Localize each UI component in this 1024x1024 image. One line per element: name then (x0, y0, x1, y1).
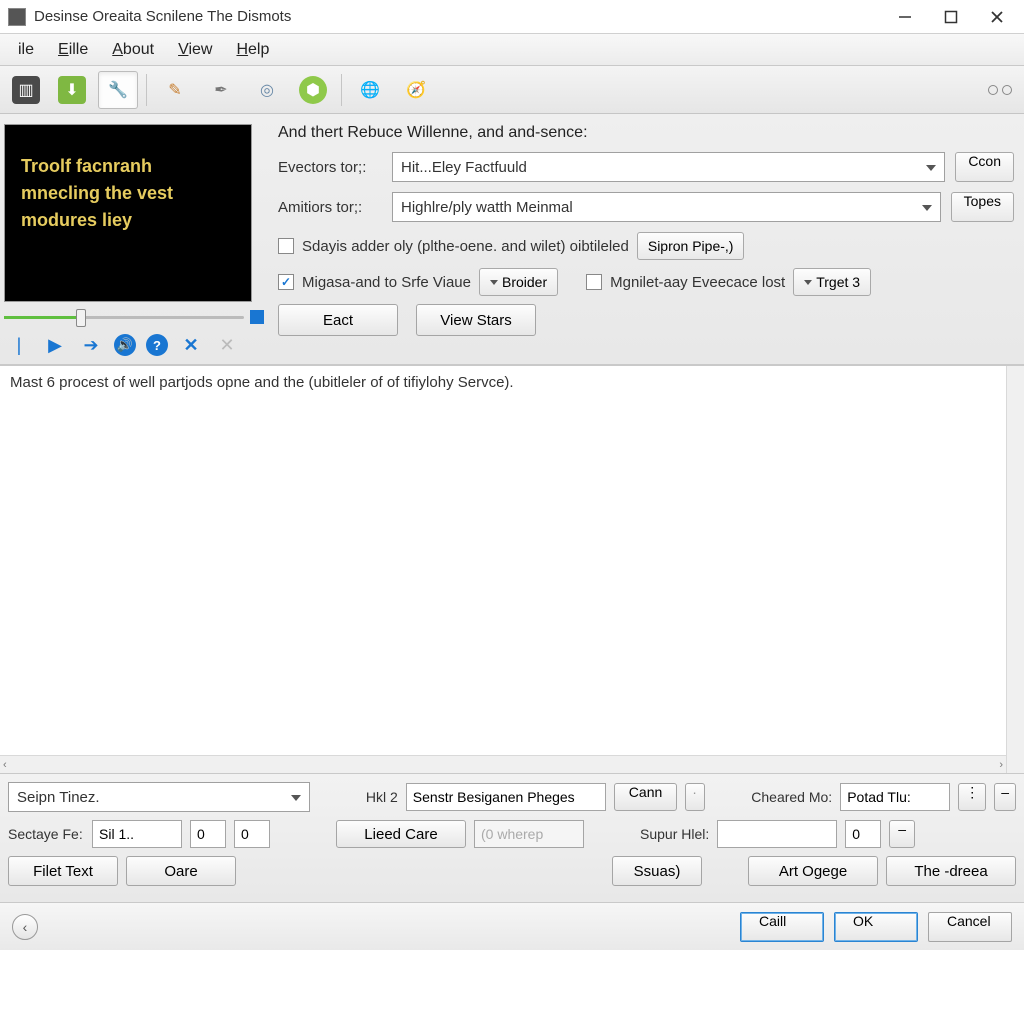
download-icon[interactable]: ⬇ (52, 71, 92, 109)
cann-button[interactable]: Cann (614, 783, 677, 811)
menu-view[interactable]: View (166, 37, 224, 63)
art-button[interactable]: Art Ogege (748, 856, 878, 886)
audio-button[interactable]: 🔊 (114, 334, 136, 356)
sdayis-checkbox[interactable] (278, 238, 294, 254)
menu-help[interactable]: Help (224, 37, 281, 63)
num-field-c[interactable]: 0 (845, 820, 881, 848)
back-icon[interactable]: ‹ (12, 914, 38, 940)
toolbar-separator (146, 74, 147, 106)
cheared-label: Cheared Mo: (751, 789, 832, 805)
migasa-checkbox[interactable]: ✓ (278, 274, 294, 290)
app-icon (8, 8, 26, 26)
num-field-a[interactable]: 0 (190, 820, 226, 848)
minus-button[interactable]: – (889, 820, 915, 848)
minimize-button[interactable] (882, 2, 928, 32)
potad-minus-button[interactable]: – (994, 783, 1016, 811)
vertical-scrollbar[interactable] (1006, 366, 1024, 773)
menu-bar: ile Eille About View Help (0, 34, 1024, 66)
bottom-panel: Seipn Tinez. Hkl 2 Senstr Besiganen Pheg… (0, 773, 1024, 902)
ok-button[interactable]: OK (834, 912, 918, 942)
supur-label: Supur Hlel: (640, 826, 709, 842)
trget-dropdown[interactable]: Trget 3 (793, 268, 871, 296)
title-bar: Desinse Oreaita Scnilene The Dismots (0, 0, 1024, 34)
potad-field[interactable]: Potad Tlu: (840, 783, 950, 811)
broider-dropdown[interactable]: Broider (479, 268, 558, 296)
dialog-footer: ‹ Caill OK Cancel (0, 902, 1024, 950)
amitiors-dropdown[interactable]: Highlre/ply watth Meinmal (392, 192, 941, 222)
window-title: Desinse Oreaita Scnilene The Dismots (34, 8, 882, 25)
preview-thumbnail: Troolf facnranh mnecling the vest modure… (4, 124, 252, 302)
oare-button[interactable]: Oare (126, 856, 236, 886)
senstr-field[interactable]: Senstr Besiganen Pheges (406, 783, 606, 811)
status-dots (988, 85, 1012, 95)
forward-icon[interactable]: ➔ (78, 332, 104, 358)
form-heading: And thert Rebuce Willenne, and and-sence… (278, 124, 1014, 142)
sipron-button[interactable]: Sipron Pipe-,) (637, 232, 745, 260)
seipn-dropdown[interactable]: Seipn Tinez. (8, 782, 310, 812)
num-field-b[interactable]: 0 (234, 820, 270, 848)
supur-field[interactable] (717, 820, 837, 848)
menu-eille[interactable]: Eille (46, 37, 100, 63)
mgnilet-checkbox[interactable] (586, 274, 602, 290)
hkl-label: Hkl 2 (366, 789, 398, 805)
lieed-button[interactable]: Lieed Care (336, 820, 466, 848)
close-disabled-icon: ✕ (214, 332, 240, 358)
upper-panel: Troolf facnranh mnecling the vest modure… (0, 114, 1024, 365)
log-line: Mast 6 procest of well partjods opne and… (0, 366, 1024, 399)
help-button[interactable]: ? (146, 334, 168, 356)
potad-extra-button[interactable]: ⋮ (958, 783, 986, 811)
mgnilet-label: Mgnilet-aay Eveecace lost (610, 274, 785, 291)
brush-icon[interactable]: ✒ (201, 71, 241, 109)
sdayis-label: Sdayis adder oly (plthe-oene. and wilet)… (302, 238, 629, 255)
wherep-field: (0 wherep (474, 820, 584, 848)
log-area: Mast 6 procest of well partjods opne and… (0, 365, 1024, 773)
cann-extra-button[interactable]: · (685, 783, 705, 811)
cancel-button[interactable]: Cancel (928, 912, 1012, 942)
wrench-icon[interactable]: 🔧 (98, 71, 138, 109)
timeline-slider[interactable] (4, 311, 244, 323)
sectaye-label: Sectaye Fe: (8, 826, 84, 842)
step-back-icon[interactable]: | (6, 332, 32, 358)
globe-badge-icon[interactable]: 🌐 (350, 71, 390, 109)
evectors-label: Evectors tor;: (278, 159, 382, 176)
menu-ile[interactable]: ile (6, 37, 46, 63)
package-icon[interactable]: ⬢ (293, 71, 333, 109)
toolbar-separator (341, 74, 342, 106)
ccon-button[interactable]: Ccon (955, 152, 1014, 182)
eye-gear-icon[interactable]: ◎ (247, 71, 287, 109)
evectors-dropdown[interactable]: Hit...Eley Factfuuld (392, 152, 945, 182)
filet-button[interactable]: Filet Text (8, 856, 118, 886)
play-icon[interactable]: ▶ (42, 332, 68, 358)
topes-button[interactable]: Topes (951, 192, 1014, 222)
eact-button[interactable]: Eact (278, 304, 398, 336)
migasa-label: Migasa-and to Srfe Viaue (302, 274, 471, 291)
amitiors-label: Amitiors tor;: (278, 199, 382, 216)
cancel-icon[interactable]: ✕ (178, 332, 204, 358)
main-toolbar: ▥ ⬇ 🔧 ✎ ✒ ◎ ⬢ 🌐 🧭 (0, 66, 1024, 114)
call-button[interactable]: Caill (740, 912, 824, 942)
slider-end-marker[interactable] (250, 310, 264, 324)
sil-field[interactable]: Sil 1.. (92, 820, 182, 848)
the-button[interactable]: The -dreea (886, 856, 1016, 886)
close-button[interactable] (974, 2, 1020, 32)
view-stars-button[interactable]: View Stars (416, 304, 536, 336)
compass-icon[interactable]: 🧭 (396, 71, 436, 109)
menu-about[interactable]: About (100, 37, 166, 63)
horizontal-scrollbar[interactable]: ‹› (0, 755, 1006, 773)
folder-icon[interactable]: ▥ (6, 71, 46, 109)
maximize-button[interactable] (928, 2, 974, 32)
wand-icon[interactable]: ✎ (155, 71, 195, 109)
ssuas-button[interactable]: Ssuas) (612, 856, 702, 886)
